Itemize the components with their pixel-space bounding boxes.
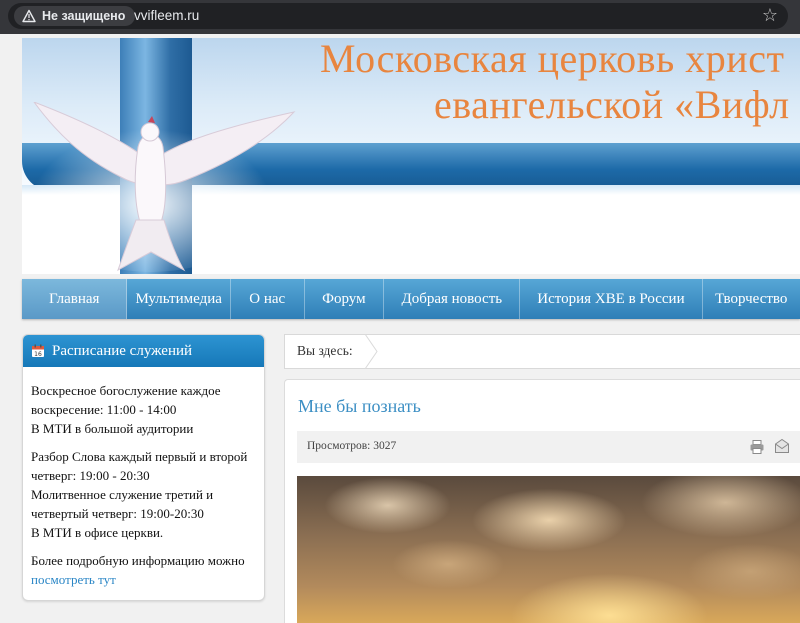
article-views: Просмотров: 3027 — [307, 440, 396, 452]
star-icon[interactable]: ☆ — [762, 5, 778, 26]
site-title: Московская церковь христ евангельской «В… — [320, 38, 790, 128]
nav-item-multimedia[interactable]: Мультимедиа — [127, 279, 230, 319]
email-icon[interactable] — [774, 438, 790, 454]
schedule-module-header: 16 Расписание служений — [23, 335, 264, 367]
svg-text:16: 16 — [34, 351, 42, 358]
site-title-line1: Московская церковь христ — [320, 38, 784, 81]
nav-item-home[interactable]: Главная — [22, 279, 127, 319]
calendar-icon: 16 — [31, 344, 45, 358]
print-icon[interactable] — [749, 439, 765, 455]
breadcrumb-separator-icon — [365, 334, 379, 369]
schedule-module-title: Расписание служений — [52, 343, 192, 360]
warning-icon — [22, 9, 36, 23]
site-header-banner: Московская церковь христ евангельской «В… — [22, 38, 800, 274]
breadcrumb: Вы здесь: — [284, 334, 800, 369]
nav-item-good-news[interactable]: Добрая новость — [384, 279, 520, 319]
schedule-paragraph: Воскресное богослужение каждое воскресен… — [31, 381, 256, 438]
nav-item-forum[interactable]: Форум — [305, 279, 385, 319]
breadcrumb-label: Вы здесь: — [297, 343, 353, 359]
nav-item-history[interactable]: История ХВЕ в России — [520, 279, 702, 319]
site-title-line2: евангельской «Вифл — [320, 82, 790, 128]
security-chip[interactable]: Не защищено — [14, 6, 135, 26]
browser-toolbar: Не защищено vvifleem.ru ☆ — [0, 0, 800, 34]
article: Мне бы познать Просмотров: 3027 — [284, 379, 800, 623]
article-title[interactable]: Мне бы познать — [298, 396, 421, 417]
nav-item-about[interactable]: О нас — [231, 279, 305, 319]
schedule-paragraph: Разбор Слова каждый первый и второй четв… — [31, 447, 256, 542]
dove-icon — [26, 102, 306, 272]
url-text[interactable]: vvifleem.ru — [134, 8, 199, 23]
schedule-module-body: Воскресное богослужение каждое воскресен… — [23, 367, 264, 589]
address-bar[interactable]: Не защищено vvifleem.ru ☆ — [8, 3, 788, 29]
nav-item-creativity[interactable]: Творчество — [703, 279, 800, 319]
article-meta-bar: Просмотров: 3027 — [297, 431, 800, 463]
security-label: Не защищено — [42, 9, 125, 23]
schedule-more-info: Более подробную информацию можно посмотр… — [31, 551, 256, 589]
main-navigation: Главная Мультимедиа О нас Форум Добрая н… — [22, 279, 800, 319]
article-image — [297, 476, 800, 623]
schedule-more-link[interactable]: посмотреть тут — [31, 572, 116, 587]
schedule-module: 16 Расписание служений Воскресное богосл… — [22, 334, 265, 601]
